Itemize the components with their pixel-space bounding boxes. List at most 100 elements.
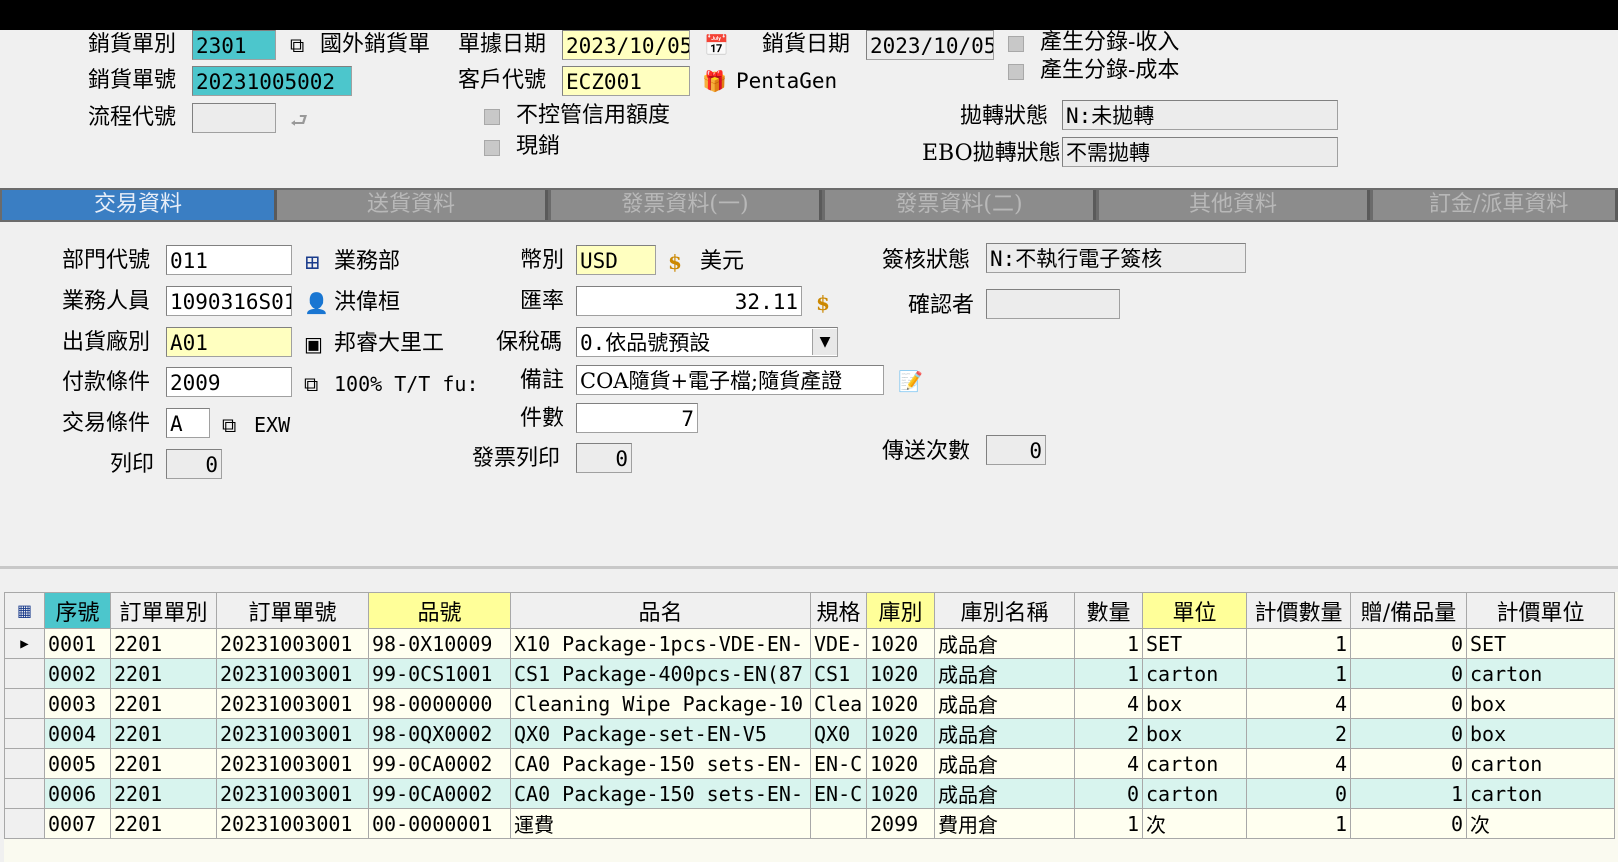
row-selector[interactable] — [4, 778, 45, 809]
table-cell[interactable]: 98-0000000 — [368, 688, 511, 719]
table-cell[interactable]: 1020 — [866, 778, 935, 809]
table-cell[interactable]: carton — [1142, 658, 1247, 689]
tab-invoice-1[interactable]: 發票資料(一) — [551, 190, 822, 220]
rate-dollar-icon[interactable]: $ — [816, 288, 830, 318]
table-cell[interactable]: 1020 — [866, 628, 935, 659]
note-field[interactable]: COA隨貨+電子檔;隨貨產證 — [576, 365, 884, 395]
table-cell[interactable]: 成品倉 — [934, 628, 1075, 659]
table-cell[interactable]: 0003 — [44, 688, 111, 719]
table-row[interactable]: 0002 2201 20231003001 99-0CS1001 CS1 Package… — [4, 658, 1615, 689]
table-row[interactable]: 0006 2201 20231003001 99-0CA0002 CA0 Package… — [4, 778, 1615, 809]
table-cell[interactable]: 99-0CA0002 — [368, 748, 511, 779]
table-cell[interactable]: 成品倉 — [934, 688, 1075, 719]
col-header[interactable]: 庫別名稱 — [934, 592, 1075, 629]
rate-field[interactable]: 32.11 — [576, 286, 802, 316]
chevron-down-icon[interactable]: ▼ — [812, 329, 837, 355]
table-cell[interactable]: 4 — [1246, 688, 1351, 719]
col-header[interactable]: 序號 — [44, 592, 111, 629]
table-cell[interactable]: 2201 — [110, 718, 217, 749]
table-cell[interactable]: 成品倉 — [934, 658, 1075, 689]
table-cell[interactable]: 99-0CA0002 — [368, 778, 511, 809]
table-cell[interactable]: 0 — [1074, 778, 1143, 809]
col-header[interactable]: 品名 — [510, 592, 811, 629]
table-cell[interactable]: 20231003001 — [216, 718, 369, 749]
no-credit-control-checkbox[interactable] — [484, 109, 500, 125]
table-cell[interactable]: 運費 — [510, 808, 811, 839]
table-cell[interactable]: SET — [1142, 628, 1247, 659]
table-cell[interactable]: box — [1466, 688, 1615, 719]
gen-entry-income-checkbox[interactable] — [1008, 36, 1024, 52]
table-cell[interactable]: CS1 — [810, 658, 867, 689]
table-cell[interactable]: carton — [1466, 748, 1615, 779]
col-header[interactable]: 訂單單號 — [216, 592, 369, 629]
table-cell[interactable]: 20231003001 — [216, 748, 369, 779]
table-cell[interactable]: 0006 — [44, 778, 111, 809]
table-cell[interactable]: 1 — [1074, 808, 1143, 839]
table-cell[interactable]: 0 — [1350, 808, 1467, 839]
table-cell[interactable]: 20231003001 — [216, 628, 369, 659]
customer-icon[interactable]: 🎁 — [702, 66, 727, 96]
person-icon[interactable]: 👤 — [304, 288, 329, 318]
table-cell[interactable]: X10 Package-1pcs-VDE-EN- — [510, 628, 811, 659]
table-cell[interactable]: 2201 — [110, 748, 217, 779]
table-row[interactable]: 0005 2201 20231003001 99-0CA0002 CA0 Package… — [4, 748, 1615, 779]
splitter[interactable] — [0, 566, 1618, 569]
row-selector[interactable] — [4, 688, 45, 719]
table-cell[interactable]: CA0 Package-150 sets-EN- — [510, 778, 811, 809]
current-row-indicator-icon[interactable]: ▶ — [4, 628, 45, 659]
sales-type-field[interactable]: 2301 — [192, 30, 276, 60]
table-cell[interactable]: 0002 — [44, 658, 111, 689]
table-cell[interactable]: QX0 Package-set-EN-V5 — [510, 718, 811, 749]
table-cell[interactable]: 20231003001 — [216, 658, 369, 689]
row-selector[interactable] — [4, 808, 45, 839]
table-cell[interactable]: 20231003001 — [216, 688, 369, 719]
table-cell[interactable]: 20231003001 — [216, 778, 369, 809]
doc-date-field[interactable]: 2023/10/05 — [562, 30, 690, 60]
table-cell[interactable]: 98-0X10009 — [368, 628, 511, 659]
tax-code-select[interactable]: 0.依品號預設 — [576, 327, 838, 357]
table-cell[interactable]: 1020 — [866, 748, 935, 779]
table-cell[interactable]: 1 — [1350, 778, 1467, 809]
table-cell[interactable]: 1 — [1246, 658, 1351, 689]
table-cell[interactable]: 0 — [1350, 748, 1467, 779]
factory-icon[interactable]: ▣ — [304, 329, 323, 359]
row-selector[interactable] — [4, 658, 45, 689]
table-cell[interactable]: 成品倉 — [934, 778, 1075, 809]
table-cell[interactable]: carton — [1142, 748, 1247, 779]
lookup-icon[interactable]: ⧉ — [290, 30, 304, 60]
table-cell[interactable]: 20231003001 — [216, 808, 369, 839]
flow-lookup-icon[interactable]: ⮐ — [290, 105, 308, 135]
table-cell[interactable]: 0007 — [44, 808, 111, 839]
table-cell[interactable]: SET — [1466, 628, 1615, 659]
tab-transaction[interactable]: 交易資料 — [2, 190, 277, 220]
table-cell[interactable]: 98-0QX0002 — [368, 718, 511, 749]
col-header[interactable]: 訂單單別 — [110, 592, 217, 629]
col-header[interactable]: 贈/備品量 — [1350, 592, 1467, 629]
tab-deposit-dispatch[interactable]: 訂金/派車資料 — [1373, 190, 1618, 220]
row-selector[interactable] — [4, 748, 45, 779]
table-cell[interactable]: 1020 — [866, 718, 935, 749]
table-cell[interactable]: 0001 — [44, 628, 111, 659]
currency-field[interactable]: USD — [576, 245, 656, 275]
table-cell[interactable]: box — [1142, 718, 1247, 749]
table-row[interactable]: ▶ 0001 2201 20231003001 98-0X10009 X10 Packag… — [4, 628, 1615, 659]
table-cell[interactable]: box — [1142, 688, 1247, 719]
table-cell[interactable]: 4 — [1074, 688, 1143, 719]
table-cell[interactable]: 0 — [1350, 658, 1467, 689]
pieces-field[interactable]: 7 — [576, 403, 698, 433]
customer-field[interactable]: ECZ001 — [562, 66, 690, 96]
tab-invoice-2[interactable]: 發票資料(二) — [825, 190, 1096, 220]
table-cell[interactable]: CA0 Package-150 sets-EN- — [510, 748, 811, 779]
table-cell[interactable]: 2 — [1074, 718, 1143, 749]
flow-field[interactable] — [192, 103, 276, 133]
table-cell[interactable]: carton — [1466, 658, 1615, 689]
table-cell[interactable]: 1 — [1074, 658, 1143, 689]
table-cell[interactable]: 1020 — [866, 658, 935, 689]
table-cell[interactable]: 4 — [1246, 748, 1351, 779]
col-header[interactable]: 品號 — [368, 592, 511, 629]
table-cell[interactable]: EN-C — [810, 778, 867, 809]
table-cell[interactable]: 2201 — [110, 658, 217, 689]
table-cell[interactable]: 成品倉 — [934, 748, 1075, 779]
staff-field[interactable]: 1090316S01 — [166, 286, 292, 316]
tab-other[interactable]: 其他資料 — [1099, 190, 1370, 220]
